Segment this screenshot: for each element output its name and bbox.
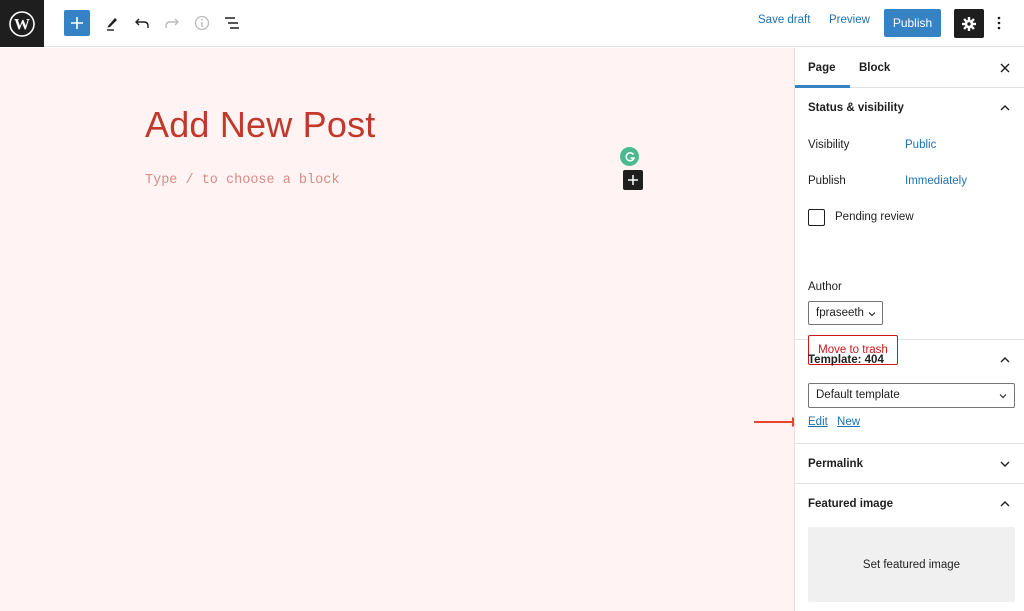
svg-text:W: W — [14, 16, 30, 33]
author-selected-value: fpraseeth — [816, 307, 864, 319]
visibility-row: Visibility Public — [795, 128, 1024, 164]
chevron-up-icon — [1000, 105, 1010, 111]
publish-button[interactable]: Publish — [884, 9, 941, 37]
chevron-down-icon — [999, 394, 1007, 399]
publish-row: Publish Immediately — [795, 164, 1024, 200]
edit-template-link[interactable]: Edit — [808, 416, 828, 428]
undo-button[interactable] — [130, 11, 154, 35]
undo-icon — [135, 18, 149, 28]
panel-title: Featured image — [808, 498, 893, 510]
pending-review-checkbox[interactable] — [808, 209, 825, 226]
info-icon — [194, 15, 210, 31]
add-block-button[interactable] — [64, 10, 90, 36]
post-title-input[interactable]: Add New Post — [145, 104, 376, 146]
chevron-down-icon — [1000, 461, 1010, 467]
more-options-button[interactable] — [990, 11, 1008, 35]
panel-title: Status & visibility — [808, 102, 904, 114]
editor-canvas: Add New Post Type / to choose a block — [0, 48, 802, 611]
more-vertical-icon — [997, 16, 1001, 30]
set-featured-image-button[interactable]: Set featured image — [808, 527, 1015, 602]
featured-image-toggle[interactable]: Featured image — [795, 484, 1024, 524]
featured-image-body: Set featured image — [795, 524, 1024, 604]
block-placeholder[interactable]: Type / to choose a block — [145, 173, 339, 188]
wordpress-logo-icon: W — [9, 10, 35, 37]
chevron-down-icon — [868, 312, 876, 317]
chevron-up-icon — [1000, 501, 1010, 507]
permalink-toggle[interactable]: Permalink — [795, 444, 1024, 484]
list-view-button[interactable] — [220, 11, 244, 35]
settings-sidebar: Page Block Status & visibility Visibilit… — [794, 48, 1024, 611]
template-toggle[interactable]: Template: 404 — [795, 340, 1024, 380]
template-body: Default template Edit New — [795, 380, 1024, 440]
grammarly-button[interactable] — [620, 147, 639, 166]
inline-add-block-button[interactable] — [623, 170, 643, 190]
grammarly-icon — [624, 151, 635, 162]
plus-icon — [628, 175, 638, 185]
wordpress-logo-button[interactable]: W — [0, 0, 44, 47]
pending-review-label[interactable]: Pending review — [835, 211, 914, 223]
template-selected-value: Default template — [816, 389, 900, 401]
template-links: Edit New — [808, 416, 866, 428]
gear-icon — [962, 16, 976, 31]
settings-button[interactable] — [954, 9, 984, 38]
publish-label: Publish — [808, 175, 846, 187]
panel-title: Permalink — [808, 458, 863, 470]
sidebar-tabs: Page Block — [795, 48, 1024, 88]
author-select[interactable]: fpraseeth — [808, 301, 883, 325]
featured-image-panel: Featured image Set featured image — [795, 484, 1024, 611]
template-select[interactable]: Default template — [808, 383, 1015, 408]
status-visibility-panel: Status & visibility Visibility Public Pu… — [795, 88, 1024, 365]
details-button[interactable] — [190, 11, 214, 35]
preview-button[interactable]: Preview — [829, 14, 870, 26]
chevron-up-icon — [1000, 357, 1010, 363]
plus-icon — [71, 17, 83, 29]
publish-date-link[interactable]: Immediately — [905, 175, 967, 187]
save-draft-button[interactable]: Save draft — [758, 14, 810, 26]
author-label: Author — [808, 281, 842, 293]
permalink-panel: Permalink — [795, 444, 1024, 484]
tab-block[interactable]: Block — [859, 48, 890, 88]
list-view-icon — [225, 17, 239, 29]
close-icon[interactable] — [998, 61, 1012, 75]
panel-title: Template: 404 — [808, 354, 884, 366]
visibility-label: Visibility — [808, 139, 850, 151]
template-panel: Template: 404 Default template Edit New — [795, 340, 1024, 444]
redo-icon — [165, 18, 179, 28]
status-visibility-toggle[interactable]: Status & visibility — [795, 88, 1024, 128]
pencil-icon — [107, 18, 117, 31]
tools-button[interactable] — [100, 11, 124, 35]
new-template-link[interactable]: New — [837, 416, 860, 428]
redo-button[interactable] — [160, 11, 184, 35]
pending-review-row: Pending review — [795, 200, 1024, 236]
visibility-value-link[interactable]: Public — [905, 139, 936, 151]
top-toolbar: W Save draft Preview Publish — [0, 0, 1024, 47]
tab-page[interactable]: Page — [795, 48, 849, 88]
